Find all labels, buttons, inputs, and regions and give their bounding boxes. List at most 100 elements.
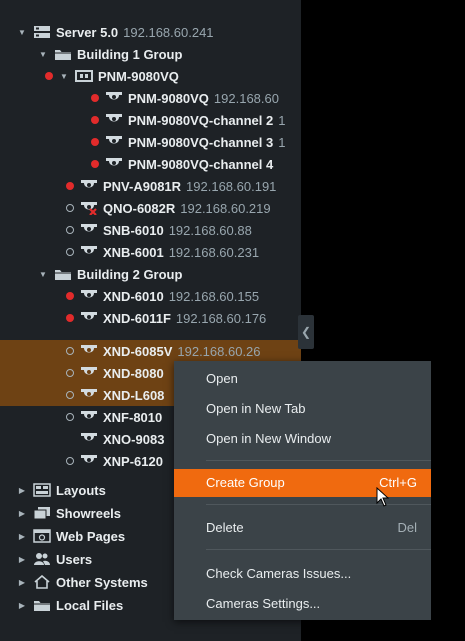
panel-collapse-handle[interactable]: ❮ xyxy=(298,315,314,349)
offline-status-icon xyxy=(66,226,74,234)
camera-ip: 192.168.60 xyxy=(213,90,279,106)
menu-item-open-new-tab[interactable]: Open in New Tab xyxy=(174,395,431,423)
nvr-icon xyxy=(75,69,93,83)
folder-icon xyxy=(54,267,72,281)
menu-item-cameras-settings[interactable]: Cameras Settings... xyxy=(174,590,431,618)
shortcut-label: Del xyxy=(397,520,417,535)
layout-icon xyxy=(33,483,51,497)
recording-status-icon xyxy=(91,116,99,124)
tree-row-camera[interactable]: PNM-9080VQ-channel 3 1 xyxy=(0,131,301,153)
tree-row-camera[interactable]: PNM-9080VQ 192.168.60 xyxy=(0,87,301,109)
section-label: Showreels xyxy=(56,505,122,521)
recording-status-icon xyxy=(91,138,99,146)
menu-item-check-cameras-issues[interactable]: Check Cameras Issues... xyxy=(174,560,431,588)
tree-row-camera[interactable]: XNB-6001 192.168.60.231 xyxy=(0,241,301,263)
camera-name: PNM-9080VQ-channel 4 xyxy=(128,156,274,172)
context-menu: Open Open in New Tab Open in New Window … xyxy=(174,361,431,620)
section-label: Local Files xyxy=(56,597,124,613)
camera-icon xyxy=(80,179,98,193)
recording-status-icon xyxy=(45,72,53,80)
server-icon xyxy=(33,25,51,39)
server-ip: 192.168.60.241 xyxy=(123,24,214,40)
camera-icon xyxy=(80,223,98,237)
menu-item-open[interactable]: Open xyxy=(174,365,431,393)
section-label: Other Systems xyxy=(56,574,148,590)
webpage-icon xyxy=(33,529,51,543)
tree-row-camera[interactable]: XND-6011F 192.168.60.176 xyxy=(0,307,301,329)
tree-row-nvr[interactable]: ▼ PNM-9080VQ xyxy=(0,65,301,87)
home-icon xyxy=(33,574,51,589)
offline-status-icon xyxy=(66,369,74,377)
expand-arrow-icon[interactable]: ▼ xyxy=(17,28,27,37)
tree-row-building-2[interactable]: ▼ Building 2 Group xyxy=(0,263,301,285)
expand-arrow-icon[interactable]: ▼ xyxy=(38,270,48,279)
camera-icon xyxy=(80,344,98,358)
offline-status-icon xyxy=(66,391,74,399)
tree-row-camera[interactable]: QNO-6082R 192.168.60.219 xyxy=(0,197,301,219)
mouse-cursor-icon xyxy=(376,487,390,507)
camera-ip: 192.168.60.191 xyxy=(186,178,277,194)
camera-ip: 192.168.60.26 xyxy=(177,343,261,359)
camera-name: XND-6011F xyxy=(103,310,171,326)
menu-separator xyxy=(206,549,431,550)
camera-ip: 192.168.60.231 xyxy=(168,244,260,260)
section-label: Users xyxy=(56,551,93,567)
camera-name: XNP-6120 xyxy=(103,453,163,469)
nvr-name: PNM-9080VQ xyxy=(98,68,179,84)
collapse-arrow-icon[interactable]: ▶ xyxy=(17,532,27,541)
tree-row-building-1[interactable]: ▼ Building 1 Group xyxy=(0,43,301,65)
camera-name: PNV-A9081R xyxy=(103,178,182,194)
recording-status-icon xyxy=(91,94,99,102)
offline-status-icon xyxy=(66,413,74,421)
expand-arrow-icon[interactable]: ▼ xyxy=(59,72,69,81)
camera-icon xyxy=(80,454,98,468)
group-name: Building 2 Group xyxy=(77,266,183,282)
camera-name: SNB-6010 xyxy=(103,222,164,238)
camera-name: XND-8080 xyxy=(103,365,164,381)
menu-item-create-group[interactable]: Create Group Ctrl+G xyxy=(174,469,431,497)
camera-name: XNF-8010 xyxy=(103,409,163,425)
camera-icon xyxy=(105,113,123,127)
collapse-arrow-icon[interactable]: ▶ xyxy=(17,486,27,495)
camera-name: PNM-9080VQ-channel 3 xyxy=(128,134,274,150)
expand-arrow-icon[interactable]: ▼ xyxy=(38,50,48,59)
tree-row-camera[interactable]: XND-6010 192.168.60.155 xyxy=(0,285,301,307)
tree-row-camera[interactable]: PNM-9080VQ-channel 2 1 xyxy=(0,109,301,131)
collapse-arrow-icon[interactable]: ▶ xyxy=(17,509,27,518)
recording-status-icon xyxy=(66,292,74,300)
chevron-left-icon: ❮ xyxy=(300,325,312,339)
offline-status-icon xyxy=(66,204,74,212)
tree-row-camera[interactable]: PNM-9080VQ-channel 4 xyxy=(0,153,301,175)
menu-separator xyxy=(206,504,431,505)
camera-name: XND-L608 xyxy=(103,387,165,403)
camera-icon xyxy=(105,91,123,105)
collapse-arrow-icon[interactable]: ▶ xyxy=(17,578,27,587)
camera-icon xyxy=(105,135,123,149)
tree-row-server[interactable]: ▼ Server 5.0 192.168.60.241 xyxy=(0,21,301,43)
camera-ip: 192.168.60.155 xyxy=(168,288,260,304)
camera-ip: 1 xyxy=(278,112,286,128)
tree-row-camera[interactable]: SNB-6010 192.168.60.88 xyxy=(0,219,301,241)
camera-name: XNB-6001 xyxy=(103,244,164,260)
camera-ip: 192.168.60.219 xyxy=(180,200,271,216)
menu-item-open-new-window[interactable]: Open in New Window xyxy=(174,425,431,453)
camera-icon xyxy=(105,157,123,171)
camera-name: PNM-9080VQ-channel 2 xyxy=(128,112,274,128)
collapse-arrow-icon[interactable]: ▶ xyxy=(17,601,27,610)
server-name: Server 5.0 xyxy=(56,24,119,40)
offline-status-icon xyxy=(66,347,74,355)
camera-name: XND-6085V xyxy=(103,343,173,359)
tree-row-camera-selected[interactable]: XND-6085V 192.168.60.26 xyxy=(0,340,301,362)
camera-icon xyxy=(80,366,98,380)
menu-item-delete[interactable]: Delete Del xyxy=(174,514,431,542)
camera-name: PNM-9080VQ xyxy=(128,90,209,106)
camera-icon xyxy=(80,289,98,303)
folder-icon xyxy=(33,598,51,612)
recording-status-icon xyxy=(66,182,74,190)
tree-row-camera[interactable]: PNV-A9081R 192.168.60.191 xyxy=(0,175,301,197)
folder-icon xyxy=(54,47,72,61)
section-label: Web Pages xyxy=(56,528,126,544)
collapse-arrow-icon[interactable]: ▶ xyxy=(17,555,27,564)
recording-status-icon xyxy=(91,160,99,168)
camera-icon xyxy=(80,410,98,424)
